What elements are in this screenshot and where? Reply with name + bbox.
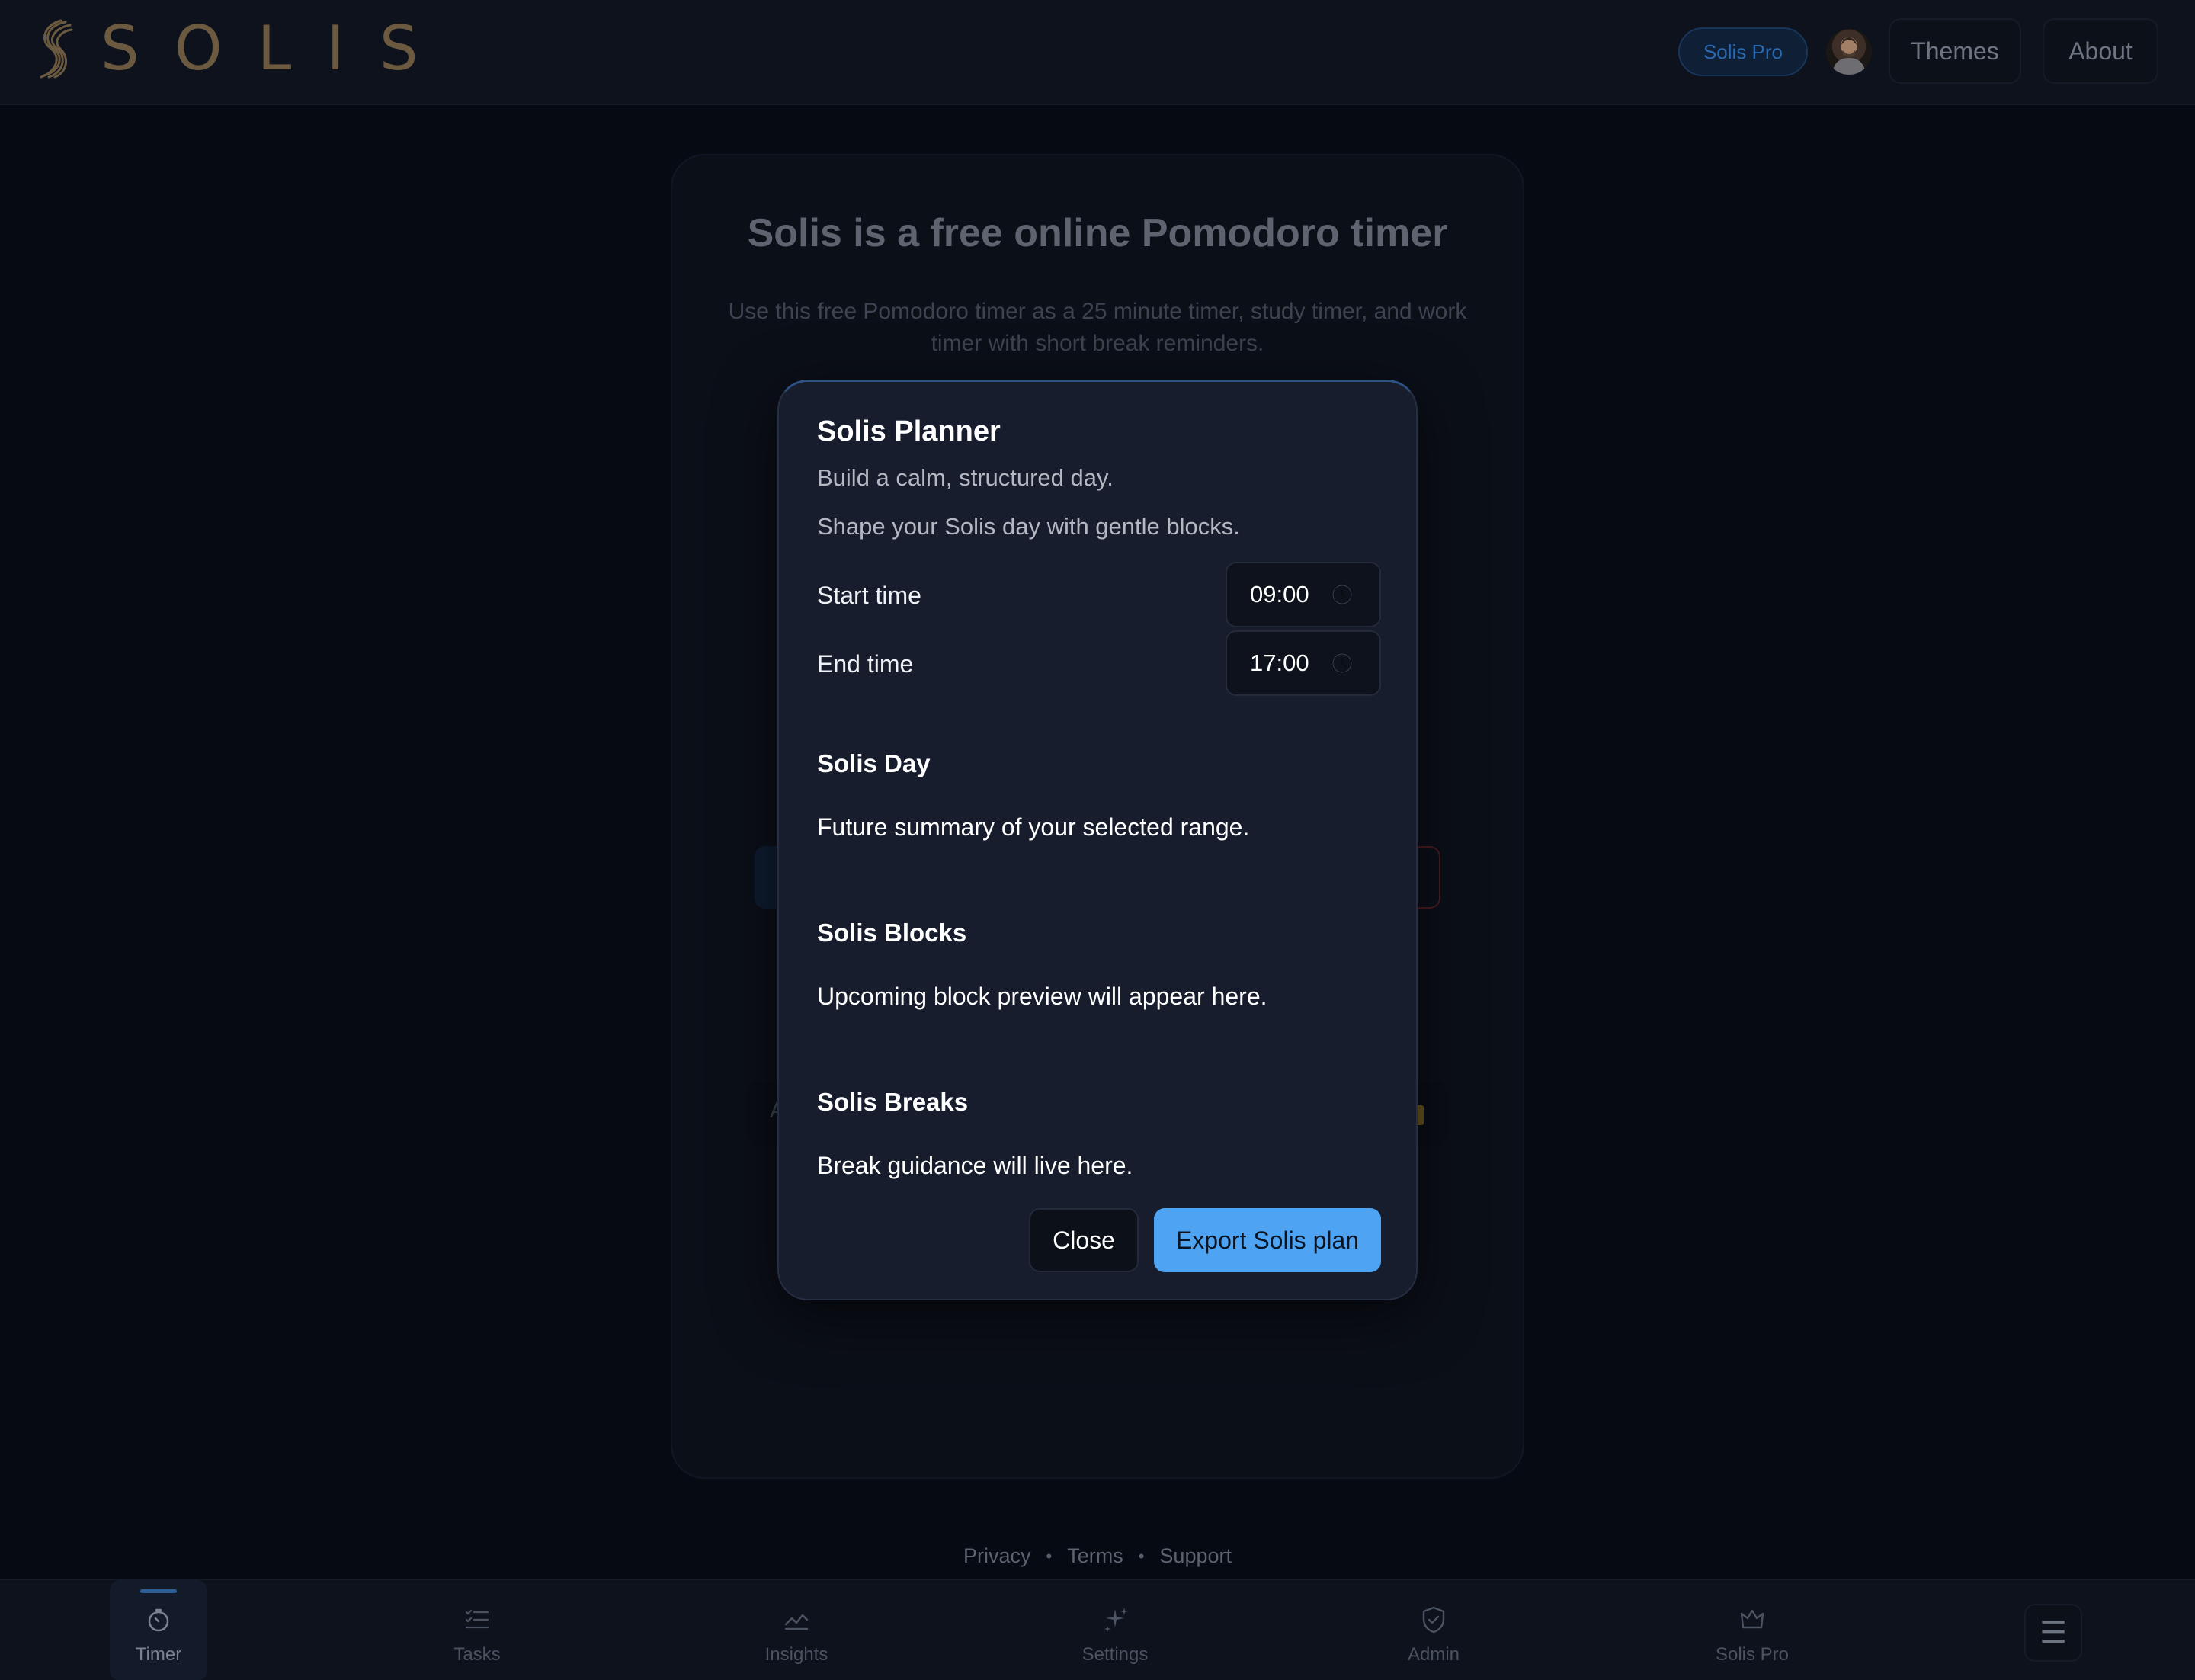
nav-label-admin: Admin xyxy=(1407,1644,1460,1665)
brand-wordmark: SOLIS xyxy=(101,13,453,84)
nav-label-insights: Insights xyxy=(764,1644,828,1665)
shield-check-icon xyxy=(1422,1606,1445,1634)
timer-icon xyxy=(148,1608,169,1632)
terms-link[interactable]: Terms xyxy=(1067,1544,1123,1568)
start-time-label: Start time xyxy=(817,582,921,609)
end-time-input[interactable]: 17:00 xyxy=(1226,630,1381,696)
themes-button[interactable]: Themes xyxy=(1889,18,2021,84)
top-header: SOLIS Solis Pro Themes About xyxy=(0,0,2195,105)
nav-item-admin[interactable]: Admin xyxy=(1385,1580,1482,1680)
footer-separator: • xyxy=(1046,1546,1053,1566)
nav-item-solis-pro[interactable]: Solis Pro xyxy=(1703,1580,1801,1680)
nav-label-timer: Timer xyxy=(135,1644,182,1665)
solis-pro-badge[interactable]: Solis Pro xyxy=(1678,27,1808,76)
crown-icon xyxy=(1740,1609,1764,1629)
solis-day-heading: Solis Day xyxy=(817,749,931,777)
tasks-icon xyxy=(465,1609,489,1629)
solis-blocks-heading: Solis Blocks xyxy=(817,919,967,947)
dialog-tagline: Build a calm, structured day. xyxy=(817,464,1114,491)
nav-item-tasks[interactable]: Tasks xyxy=(428,1580,526,1680)
nav-item-insights[interactable]: Insights xyxy=(748,1580,845,1680)
user-avatar[interactable] xyxy=(1826,29,1872,75)
support-link[interactable]: Support xyxy=(1159,1544,1232,1568)
privacy-link[interactable]: Privacy xyxy=(963,1544,1031,1568)
dialog-description: Shape your Solis day with gentle blocks. xyxy=(817,513,1240,540)
footer-separator: • xyxy=(1138,1546,1145,1566)
clock-icon[interactable] xyxy=(1331,583,1354,606)
solis-logo[interactable]: SOLIS xyxy=(37,17,453,81)
about-button[interactable]: About xyxy=(2043,18,2158,84)
close-button[interactable]: Close xyxy=(1029,1208,1139,1272)
nav-item-timer[interactable]: Timer xyxy=(110,1580,207,1680)
page-subtitle: Use this free Pomodoro timer as a 25 min… xyxy=(728,299,1467,356)
bottom-navigation: Timer Tasks Insights Settings Admin Soli… xyxy=(0,1579,2195,1680)
clock-icon[interactable] xyxy=(1331,652,1354,675)
page-title: Solis is a free online Pomodoro timer xyxy=(747,211,1448,255)
export-plan-button[interactable]: Export Solis plan xyxy=(1154,1208,1381,1272)
insights-icon xyxy=(784,1614,809,1630)
end-time-value: 17:00 xyxy=(1250,649,1309,676)
solis-blocks-body: Upcoming block preview will appear here. xyxy=(817,983,1267,1010)
nav-label-tasks: Tasks xyxy=(453,1644,501,1665)
solis-breaks-heading: Solis Breaks xyxy=(817,1088,969,1116)
start-time-value: 09:00 xyxy=(1250,581,1309,608)
start-time-input[interactable]: 09:00 xyxy=(1226,562,1381,627)
nav-label-settings: Settings xyxy=(1081,1644,1149,1665)
nav-label-solis-pro: Solis Pro xyxy=(1715,1644,1790,1665)
user-photo-icon xyxy=(1832,37,1866,75)
settings-sparkle-icon xyxy=(1104,1608,1128,1632)
end-time-label: End time xyxy=(817,650,914,678)
solis-logo-mark-icon xyxy=(40,19,73,79)
menu-hamburger-icon[interactable]: ☰ xyxy=(2024,1604,2082,1662)
solis-day-body: Future summary of your selected range. xyxy=(817,813,1250,841)
footer-links: Privacy • Terms • Support xyxy=(0,1544,2195,1568)
nav-item-settings[interactable]: Settings xyxy=(1066,1580,1164,1680)
solis-breaks-body: Break guidance will live here. xyxy=(817,1152,1133,1179)
dialog-title: Solis Planner xyxy=(817,415,1001,447)
planner-dialog: Solis Planner Build a calm, structured d… xyxy=(777,380,1418,1300)
